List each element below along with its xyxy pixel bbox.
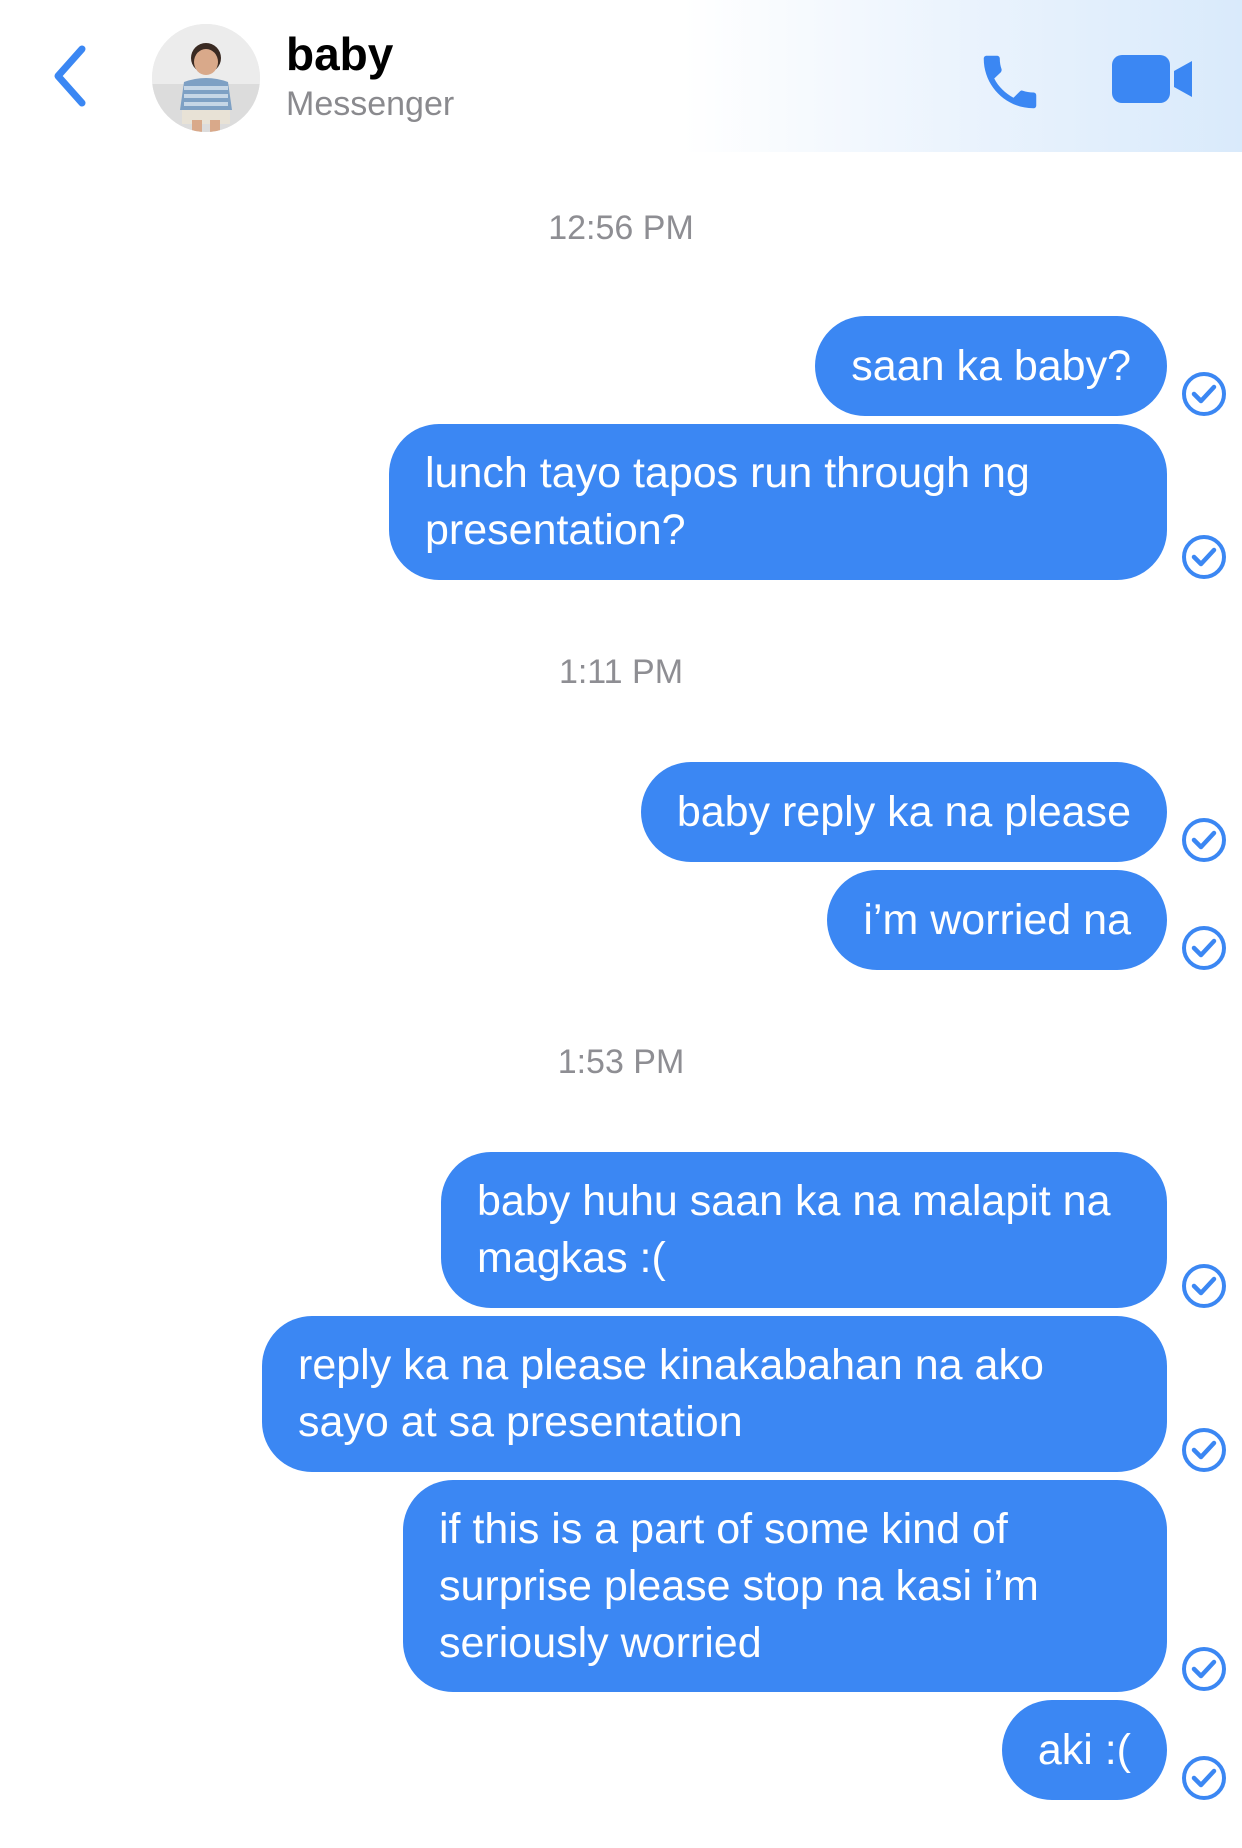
- message-text: if this is a part of some kind of surpri…: [439, 1504, 1039, 1667]
- timestamp: 12:56 PM: [548, 209, 694, 247]
- contact-subtitle: Messenger: [286, 85, 455, 123]
- avatar-photo: [152, 24, 260, 132]
- timestamp: 1:11 PM: [558, 653, 684, 691]
- message-text: aki :(: [1037, 1725, 1131, 1774]
- sent-check-icon: [1182, 926, 1226, 970]
- sent-check-icon: [1182, 1264, 1226, 1308]
- message-text: lunch tayo tapos run through ng presenta…: [425, 449, 1030, 554]
- sent-check-icon: [1182, 1756, 1226, 1800]
- message-text: baby huhu saan ka na malapit na magkas :…: [477, 1177, 1111, 1282]
- message-bubble[interactable]: aki :(: [1001, 1700, 1167, 1800]
- message-bubble[interactable]: baby reply ka na please: [640, 762, 1167, 862]
- message-text: saan ka baby?: [851, 341, 1131, 390]
- sent-check-icon: [1182, 1647, 1226, 1691]
- message-bubble[interactable]: reply ka na please kinakabahan na ako sa…: [262, 1316, 1167, 1472]
- avatar[interactable]: [152, 24, 260, 132]
- back-button[interactable]: [40, 36, 100, 116]
- message-text: i’m worried na: [863, 895, 1131, 944]
- phone-icon: [983, 55, 1037, 109]
- message-bubble[interactable]: if this is a part of some kind of surpri…: [403, 1480, 1167, 1692]
- sent-check-icon: [1182, 535, 1226, 579]
- chat-header: baby Messenger: [0, 0, 1242, 152]
- chevron-left-icon: [54, 45, 86, 107]
- video-call-button[interactable]: [1108, 44, 1198, 114]
- timestamp: 1:53 PM: [557, 1043, 685, 1081]
- message-bubble[interactable]: saan ka baby?: [815, 316, 1167, 416]
- message-text: baby reply ka na please: [676, 787, 1131, 836]
- sent-check-icon: [1182, 372, 1226, 416]
- contact-name[interactable]: baby: [286, 26, 393, 82]
- sent-check-icon: [1182, 818, 1226, 862]
- message-text: reply ka na please kinakabahan na ako sa…: [298, 1341, 1044, 1446]
- video-camera-icon: [1112, 55, 1192, 103]
- sent-check-icon: [1182, 1428, 1226, 1472]
- message-bubble[interactable]: baby huhu saan ka na malapit na magkas :…: [441, 1152, 1167, 1308]
- call-button[interactable]: [968, 40, 1052, 124]
- message-bubble[interactable]: lunch tayo tapos run through ng presenta…: [389, 424, 1167, 580]
- message-bubble[interactable]: i’m worried na: [827, 870, 1167, 970]
